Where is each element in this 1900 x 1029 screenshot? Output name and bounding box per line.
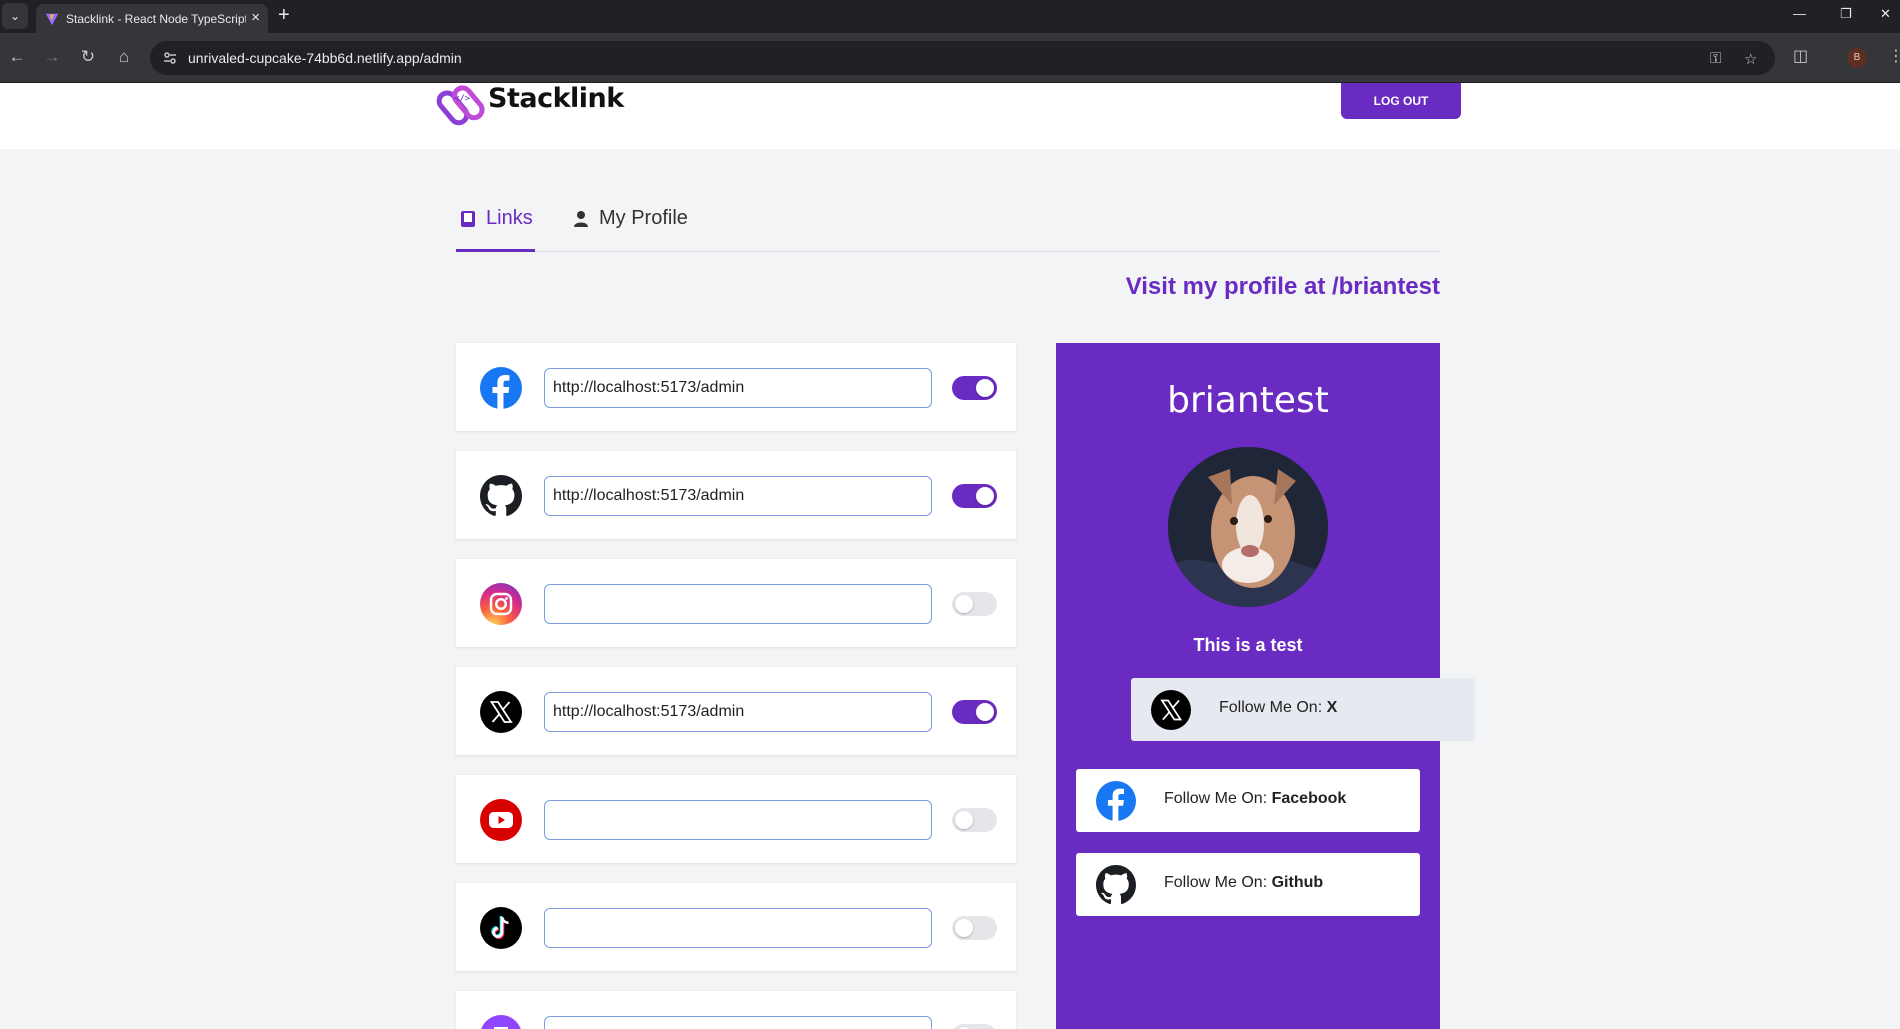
follow-platform: X: [1326, 699, 1338, 716]
new-tab-button[interactable]: +: [278, 4, 290, 27]
follow-link-github[interactable]: Follow Me On: Github: [1076, 853, 1420, 916]
avatar: [1168, 447, 1328, 607]
browser-tab-title: Stacklink - React Node TypeScript: [66, 12, 246, 26]
password-key-icon[interactable]: ⚿: [1710, 50, 1721, 67]
tiktok-icon: [480, 907, 522, 949]
follow-platform: Github: [1271, 874, 1324, 891]
toggle-knob: [976, 703, 994, 721]
url-text: unrivaled-cupcake-74bb6d.netlify.app/adm…: [188, 50, 462, 66]
link-row-facebook: [456, 343, 1016, 431]
tab-links[interactable]: Links: [456, 201, 535, 252]
window-close-icon[interactable]: ✕: [1880, 6, 1891, 22]
close-tab-icon[interactable]: ×: [251, 9, 260, 26]
follow-prefix: Follow Me On:: [1219, 699, 1327, 716]
browser-menu-icon[interactable]: ⋮: [1888, 46, 1900, 66]
link-row-twitch: [456, 991, 1016, 1029]
facebook-toggle[interactable]: [952, 376, 997, 400]
stacklink-logo-icon[interactable]: </>: [436, 83, 486, 129]
github-icon: [1096, 865, 1136, 905]
profile-preview: briantest This is a test Follow Me On: X…: [1056, 343, 1475, 1029]
tab-my-profile-label: My Profile: [599, 207, 688, 229]
twitch-icon: [481, 1015, 521, 1029]
vite-favicon-icon: [45, 13, 59, 26]
follow-link-label: Follow Me On: Facebook: [1164, 790, 1346, 808]
book-icon: [461, 211, 475, 227]
link-row-tiktok: [456, 883, 1016, 971]
browser-toolbar: ← → ↻ ⌂ unrivaled-cupcake-74bb6d.netlify…: [0, 33, 1900, 83]
follow-link-label: Follow Me On: Github: [1164, 874, 1323, 892]
site-header: </> Stacklink LOG OUT: [0, 83, 1900, 149]
facebook-icon: [480, 367, 522, 409]
youtube-icon: [480, 799, 522, 841]
restore-icon[interactable]: ❐: [1840, 6, 1852, 22]
follow-link-label: Follow Me On: X: [1219, 699, 1337, 717]
github-toggle[interactable]: [952, 484, 997, 508]
forward-icon[interactable]: →: [41, 47, 63, 67]
instagram-url-input[interactable]: [544, 584, 932, 624]
browser-profile-avatar[interactable]: B: [1847, 48, 1867, 68]
youtube-url-input[interactable]: [544, 800, 932, 840]
visit-profile-link[interactable]: Visit my profile at /briantest: [1126, 273, 1440, 301]
x-toggle[interactable]: [952, 700, 997, 724]
youtube-toggle[interactable]: [952, 808, 997, 832]
facebook-icon: [1096, 781, 1136, 821]
browser-tab-strip: ⌄ Stacklink - React Node TypeScript × + …: [0, 0, 1900, 33]
dog-photo: [1168, 447, 1328, 607]
link-row-github: [456, 451, 1016, 539]
back-icon[interactable]: ←: [6, 47, 28, 67]
twitch-url-input[interactable]: [544, 1016, 932, 1029]
toggle-knob: [955, 811, 973, 829]
address-bar[interactable]: unrivaled-cupcake-74bb6d.netlify.app/adm…: [150, 41, 1775, 75]
toggle-knob: [955, 595, 973, 613]
svg-text:</>: </>: [454, 94, 471, 104]
toggle-knob: [955, 919, 973, 937]
instagram-icon: [480, 583, 522, 625]
toggle-knob: [976, 487, 994, 505]
bookmark-star-icon[interactable]: ☆: [1744, 50, 1757, 68]
home-icon[interactable]: ⌂: [113, 47, 135, 67]
link-row-instagram: [456, 559, 1016, 647]
x-icon: [1151, 690, 1191, 730]
x-icon: [480, 691, 522, 733]
facebook-url-input[interactable]: [544, 368, 932, 408]
site-settings-icon[interactable]: [162, 50, 178, 66]
page: </> Stacklink LOG OUT Links My Profile V…: [0, 83, 1900, 1029]
logout-button[interactable]: LOG OUT: [1341, 83, 1461, 119]
preview-bio: This is a test: [1193, 635, 1303, 655]
follow-prefix: Follow Me On:: [1164, 874, 1272, 891]
extensions-icon[interactable]: ◫: [1793, 46, 1808, 66]
github-icon: [480, 475, 522, 516]
github-url-input[interactable]: [544, 476, 932, 516]
tiktok-toggle[interactable]: [952, 916, 997, 940]
x-url-input[interactable]: [544, 692, 932, 732]
reload-icon[interactable]: ↻: [77, 47, 99, 67]
preview-username: briantest: [1167, 380, 1329, 421]
follow-link-x[interactable]: Follow Me On: X: [1131, 678, 1475, 741]
follow-prefix: Follow Me On:: [1164, 790, 1272, 807]
browser-tab[interactable]: Stacklink - React Node TypeScript ×: [36, 4, 268, 33]
twitch-toggle[interactable]: [952, 1024, 997, 1029]
person-icon: [574, 211, 588, 227]
toggle-knob: [976, 379, 994, 397]
tab-search-button[interactable]: ⌄: [2, 3, 28, 29]
tab-links-label: Links: [486, 207, 533, 229]
tiktok-url-input[interactable]: [544, 908, 932, 948]
link-row-youtube: [456, 775, 1016, 863]
minimize-icon[interactable]: —: [1793, 6, 1806, 21]
follow-platform: Facebook: [1271, 790, 1347, 807]
brand-name: Stacklink: [488, 83, 624, 114]
instagram-toggle[interactable]: [952, 592, 997, 616]
admin-tabs: Links My Profile: [456, 201, 1440, 252]
tab-my-profile[interactable]: My Profile: [569, 201, 699, 252]
link-row-x: [456, 667, 1016, 755]
follow-link-facebook[interactable]: Follow Me On: Facebook: [1076, 769, 1420, 832]
